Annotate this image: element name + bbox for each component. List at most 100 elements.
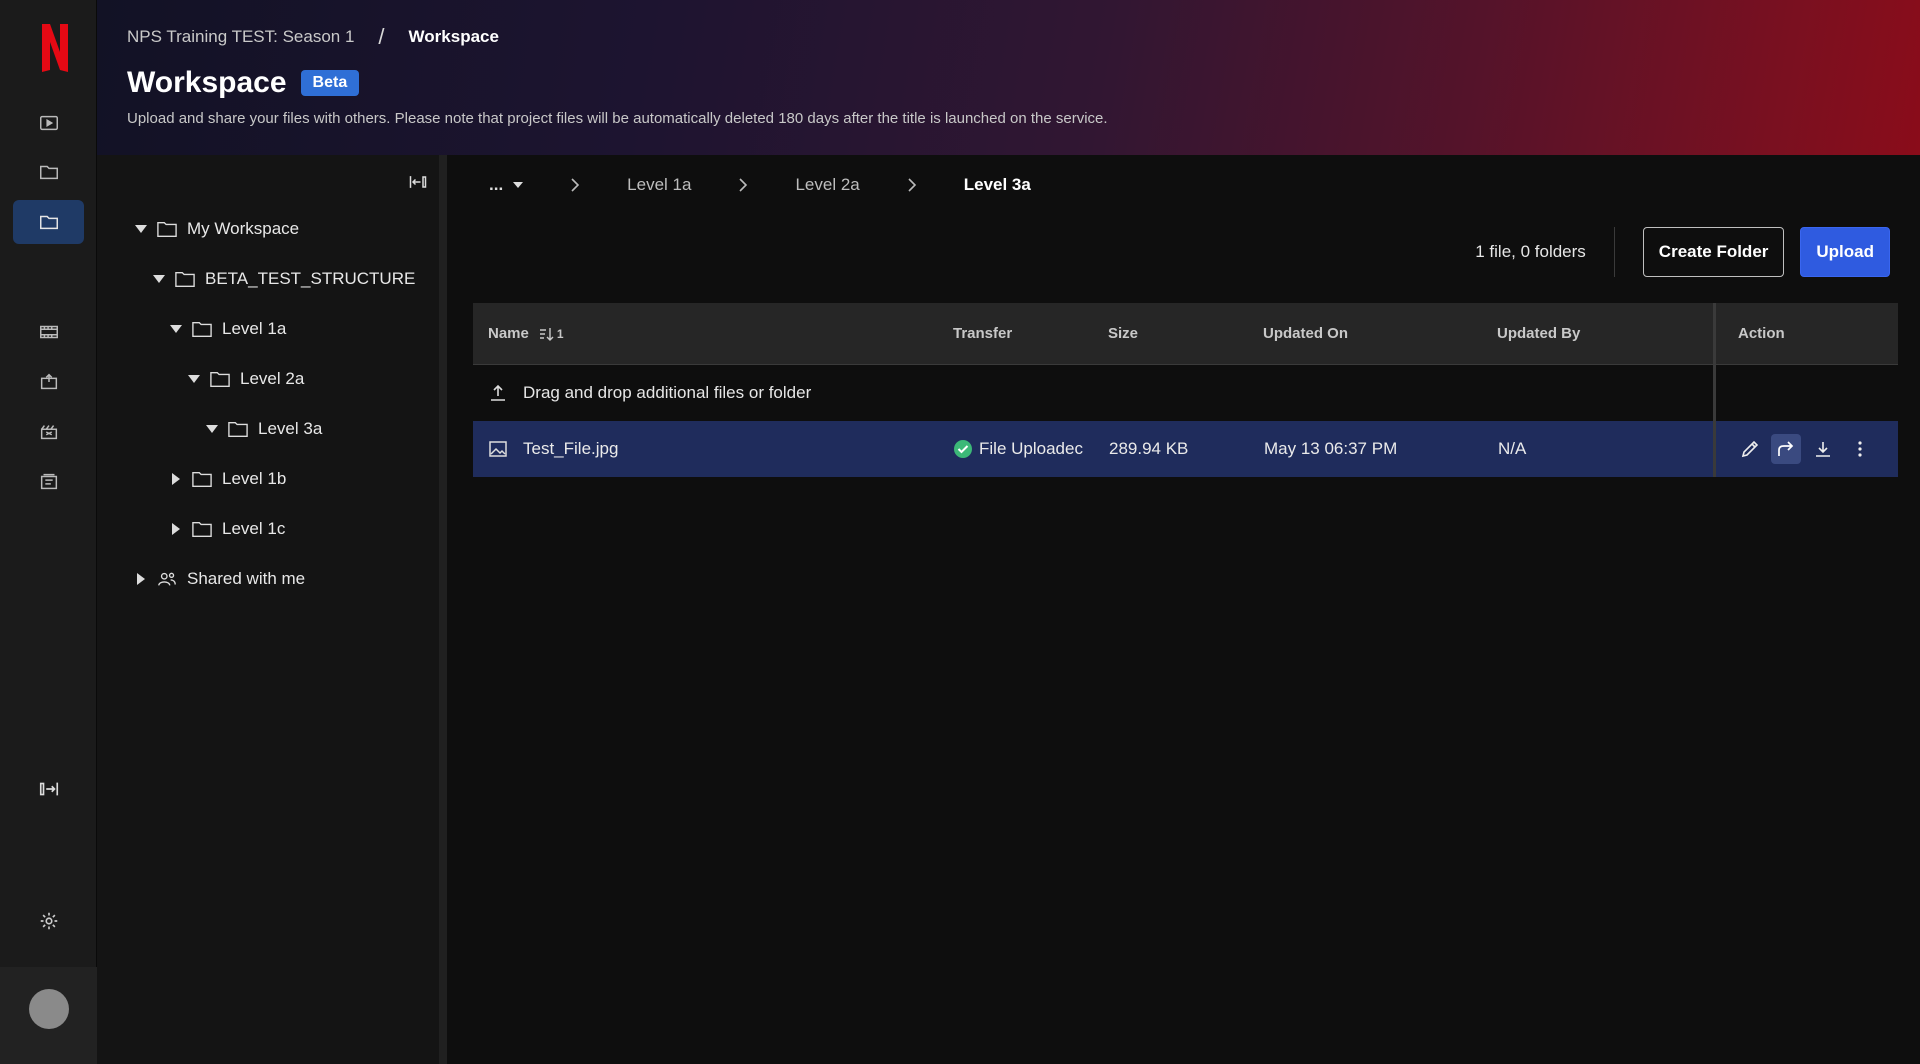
chevron-right-icon [908, 178, 916, 192]
transfer-status: File Uploadec [979, 439, 1083, 458]
page-subtitle: Upload and share your files with others.… [127, 110, 1108, 127]
tree-item-label: Level 2a [240, 369, 305, 388]
path-level-1a[interactable]: Level 1a [627, 175, 691, 195]
create-folder-button[interactable]: Create Folder [1642, 227, 1785, 277]
file-name: Test_File.jpg [523, 439, 619, 458]
folder-icon [192, 321, 212, 337]
gear-icon [40, 912, 57, 930]
rail-files-button[interactable] [13, 150, 84, 194]
image-file-icon [489, 441, 507, 457]
upload-button[interactable]: Upload [1800, 227, 1890, 277]
tree-item-beta-test-structure[interactable]: BETA_TEST_STRUCTURE [151, 265, 415, 293]
tree-item-label: My Workspace [187, 219, 300, 238]
file-name-cell[interactable]: Test_File.jpg [488, 421, 618, 477]
film-icon [39, 325, 58, 339]
column-header-updated-by[interactable]: Updated By [1497, 325, 1580, 342]
collapse-panel-icon [409, 176, 427, 188]
page-title: Workspace [127, 66, 287, 99]
rail-archive-button[interactable] [13, 460, 84, 504]
rename-button[interactable] [1735, 434, 1765, 464]
rail-media-button[interactable] [13, 310, 84, 354]
kebab-menu-icon [1858, 441, 1862, 457]
archive-icon [40, 473, 57, 490]
rail-deliveries-button[interactable] [13, 360, 84, 404]
clapperboard-icon [40, 425, 57, 440]
sort-order: 1 [556, 326, 564, 341]
rail-titles-button[interactable] [13, 101, 84, 145]
pencil-icon [1741, 440, 1759, 458]
caret-down-icon [513, 182, 524, 188]
tree-item-level-1c[interactable]: Level 1c [168, 515, 285, 543]
title-row: Workspace Beta [127, 66, 360, 100]
main-content: ... Level 1a Level 2a Level 3a 1 file, 0… [455, 155, 1920, 1064]
inbox-upload-icon [40, 373, 57, 390]
folder-icon [157, 221, 177, 237]
tree-item-level-3a[interactable]: Level 3a [204, 415, 322, 443]
caret-down-icon[interactable] [151, 275, 167, 283]
share-arrow-icon [1778, 441, 1794, 456]
tree-item-level-1b[interactable]: Level 1b [168, 465, 286, 493]
sort-icon[interactable] [539, 327, 555, 341]
column-header-updated-on[interactable]: Updated On [1263, 325, 1348, 342]
shared-users-icon [158, 572, 176, 586]
column-header-name[interactable]: Name 1 [488, 325, 564, 342]
caret-right-icon[interactable] [168, 523, 184, 535]
tree-item-label: Level 1a [222, 319, 287, 338]
caret-down-icon[interactable] [186, 375, 202, 383]
left-rail [0, 0, 97, 1064]
column-divider [1713, 365, 1716, 421]
caret-down-icon[interactable] [204, 425, 220, 433]
download-icon [1816, 442, 1830, 457]
rail-expand-button[interactable] [13, 767, 84, 811]
column-name-label: Name [488, 325, 529, 342]
path-level-2a[interactable]: Level 2a [795, 175, 859, 195]
upload-icon [491, 384, 505, 401]
chevron-right-icon [739, 178, 748, 192]
rail-workspace-button[interactable] [13, 200, 84, 244]
tree-item-label: Level 1c [222, 519, 286, 538]
tree-item-shared-with-me[interactable]: Shared with me [133, 565, 305, 593]
column-header-transfer: Transfer [953, 325, 1013, 342]
collapse-tree-button[interactable] [405, 169, 431, 195]
caret-down-icon[interactable] [168, 325, 184, 333]
share-button[interactable] [1771, 434, 1801, 464]
column-divider [1713, 421, 1716, 477]
folder-icon [175, 271, 195, 287]
column-header-size[interactable]: Size [1108, 325, 1138, 342]
breadcrumb-current: Workspace [408, 27, 499, 46]
path-ellipsis: ... [489, 175, 504, 194]
folder-open-icon [39, 215, 58, 230]
caret-right-icon[interactable] [133, 573, 149, 585]
column-header-action: Action [1738, 325, 1785, 342]
path-overflow-menu[interactable]: ... [489, 175, 524, 195]
expand-panel-icon [39, 782, 58, 796]
rail-profile-area [0, 967, 97, 1064]
folder-icon [39, 165, 58, 180]
table-row[interactable]: Test_File.jpg File Uploadec 289.94 KB Ma… [473, 421, 1898, 477]
table-header: Name 1 Transfer Size Updated On Updated … [473, 303, 1898, 365]
path-level-3a: Level 3a [963, 175, 1031, 194]
breadcrumb-project-link[interactable]: NPS Training TEST: Season 1 [127, 27, 354, 47]
page-header: NPS Training TEST: Season 1 / Workspace … [97, 0, 1920, 155]
folder-tree-panel: My Workspace BETA_TEST_STRUCTURE Level 1… [97, 155, 447, 1064]
folder-icon [228, 421, 248, 437]
rail-settings-button[interactable] [13, 899, 84, 943]
tree-item-label: BETA_TEST_STRUCTURE [205, 269, 416, 288]
netflix-logo-icon[interactable] [36, 22, 74, 74]
download-button[interactable] [1808, 434, 1838, 464]
avatar[interactable] [29, 989, 69, 1029]
file-updated-by: N/A [1498, 439, 1527, 458]
transfer-cell: File Uploadec [953, 421, 1085, 477]
tree-item-level-2a[interactable]: Level 2a [186, 365, 304, 393]
caret-down-icon[interactable] [133, 225, 149, 233]
play-icon [39, 115, 58, 131]
drop-zone-row[interactable]: Drag and drop additional files or folder [473, 365, 1898, 421]
caret-right-icon[interactable] [168, 473, 184, 485]
tree-item-level-1a[interactable]: Level 1a [168, 315, 286, 343]
folder-path: ... Level 1a Level 2a Level 3a [489, 175, 1031, 195]
rail-clapper-button[interactable] [13, 410, 84, 454]
tree-item-my-workspace[interactable]: My Workspace [133, 215, 299, 243]
folder-icon [192, 521, 212, 537]
drop-zone-text: Drag and drop additional files or folder [523, 383, 812, 402]
more-options-button[interactable] [1845, 434, 1875, 464]
